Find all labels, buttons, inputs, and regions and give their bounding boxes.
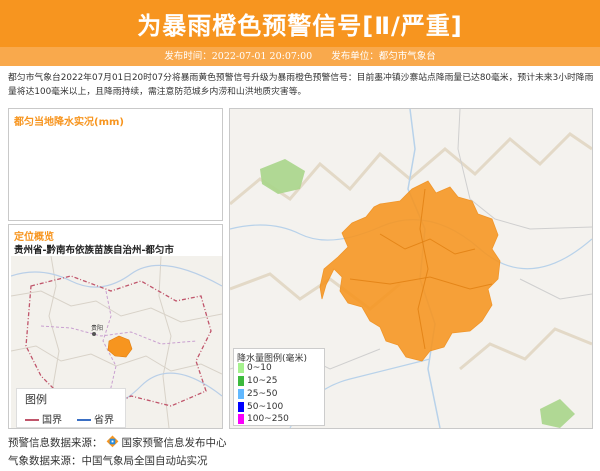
swatch-100-250 [238, 413, 244, 424]
warning-source-prefix: 预警信息数据来源： [8, 437, 103, 449]
swatch-25-50 [238, 388, 244, 399]
rain-amount-legend: 降水量图例(毫米) 0~10 10~25 25~50 50~100 100~25… [233, 348, 325, 426]
swatch-10-25 [238, 375, 244, 386]
publish-meta-bar: 发布时间：2022-07-01 20:07:00 发布单位：都匀市气象台 [0, 47, 600, 66]
rain-panel-title: 都匀当地降水实况(mm) [14, 117, 124, 128]
rain-legend-row: 50~100 [238, 401, 283, 413]
national-border-line-icon [25, 419, 39, 421]
warning-description: 都匀市气象台2022年07月01日20时07分将暴雨黄色预警信号升级为暴雨橙色预… [8, 73, 594, 97]
legend-item-province-border: 省界 [77, 411, 114, 426]
rain-legend-row: 25~50 [238, 388, 277, 400]
swatch-50-100 [238, 401, 244, 412]
overview-legend: 图例 国界 省界 [16, 388, 126, 428]
warning-center-logo-icon [106, 435, 118, 448]
warning-source-name: 国家预警信息发布中心 [121, 437, 227, 449]
location-path: 贵州省-黔南布依族苗族自治州-都匀市 [14, 245, 174, 256]
weather-source-line: 气象数据来源：中国气象局全国自动站实况 [8, 455, 208, 467]
warning-source-line: 预警信息数据来源： 国家预警信息发布中心 [8, 435, 227, 450]
header-banner: 为暴雨橙色预警信号[Ⅱ/严重] 发布时间：2022-07-01 20:07:00… [0, 0, 600, 66]
city-label-guiyang: 贵阳 [91, 324, 103, 332]
legend-item-national-border: 国界 [25, 411, 62, 426]
location-overview-panel: 定位概览 贵州省-黔南布依族苗族自治州-都匀市 贵阳 图例 国界 省界 [8, 224, 223, 429]
publish-unit: 发布单位：都匀市气象台 [331, 51, 436, 62]
warning-title: 为暴雨橙色预警信号[Ⅱ/严重] [137, 12, 463, 40]
swatch-0-10 [238, 362, 244, 373]
rain-legend-row: 0~10 [238, 362, 272, 374]
publish-time: 发布时间：2022-07-01 20:07:00 [164, 51, 313, 62]
rain-observation-panel: 都匀当地降水实况(mm) [8, 108, 223, 221]
province-border-line-icon [77, 419, 91, 421]
rain-legend-row: 10~25 [238, 375, 277, 387]
warning-area-map[interactable]: 降水量图例(毫米) 0~10 10~25 25~50 50~100 100~25… [229, 108, 593, 429]
legend-title: 图例 [25, 393, 47, 406]
rain-legend-row: 100~250 [238, 413, 289, 425]
location-panel-title: 定位概览 [14, 232, 54, 243]
